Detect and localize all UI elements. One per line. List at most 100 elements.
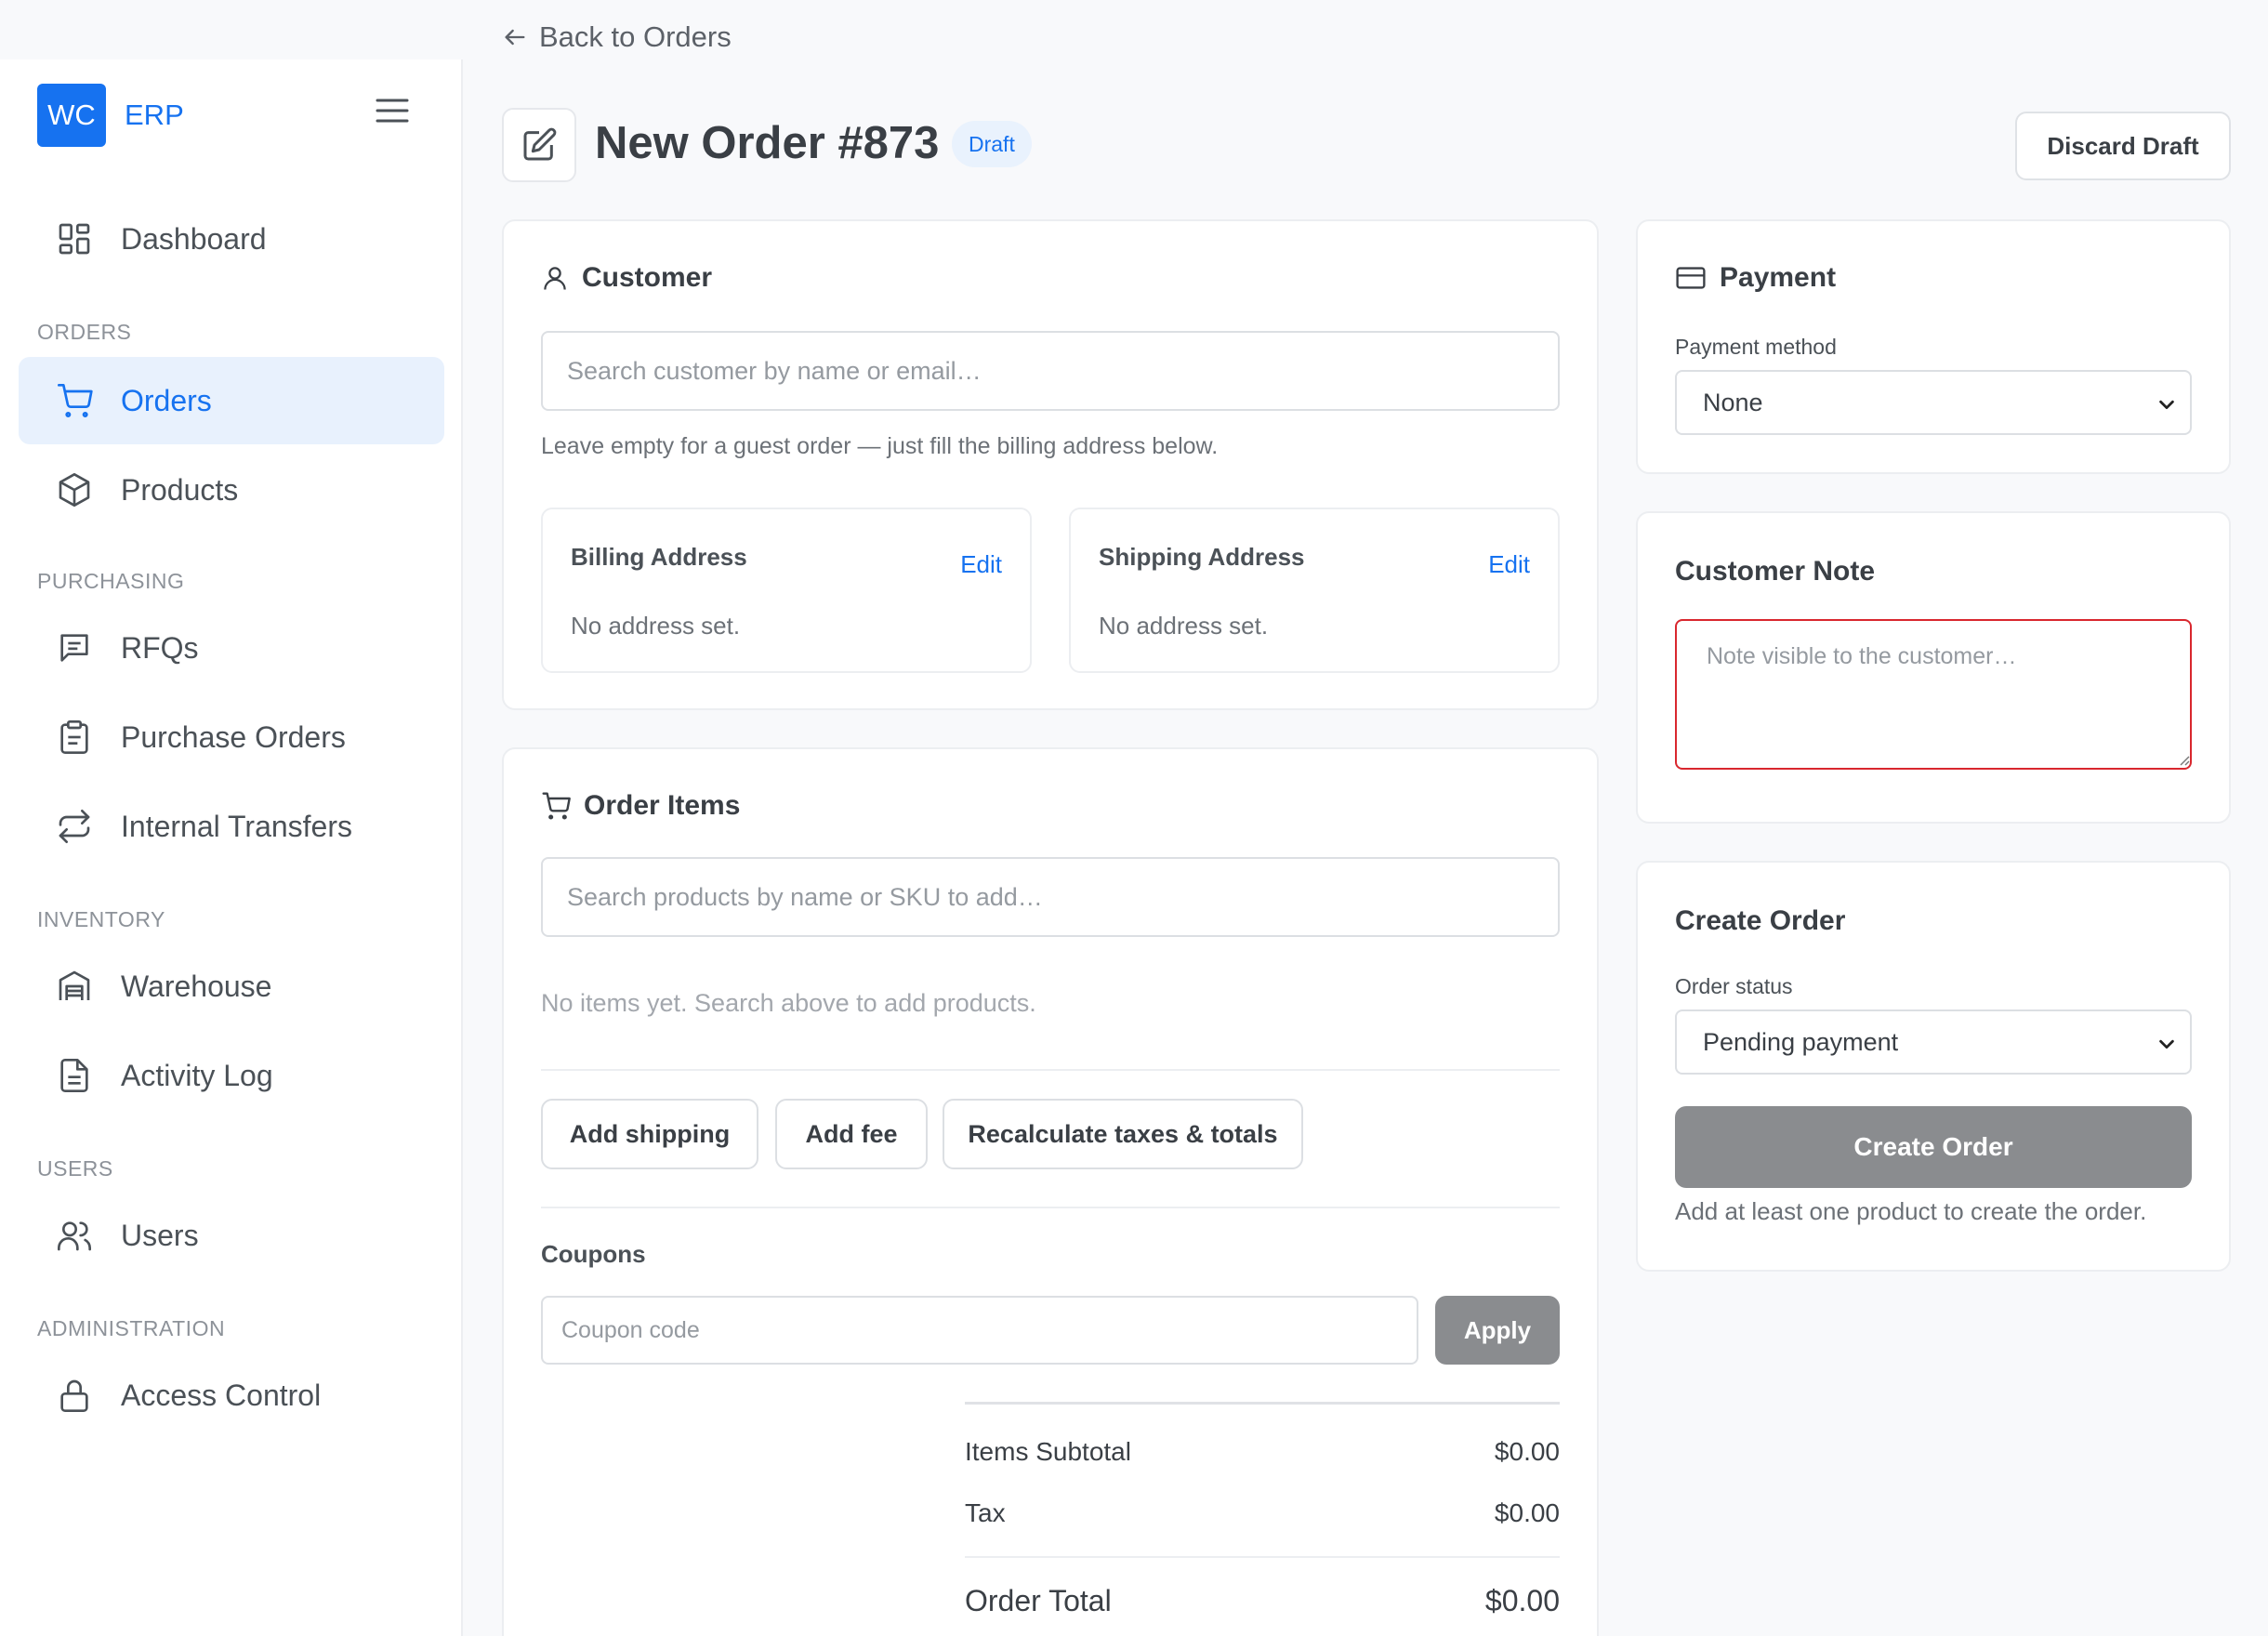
- users-icon: [56, 1217, 93, 1254]
- divider: [965, 1402, 1560, 1405]
- back-to-orders-link[interactable]: Back to Orders: [502, 20, 732, 54]
- shipping-address-empty: No address set.: [1099, 612, 1269, 640]
- create-order-title: Create Order: [1675, 905, 1846, 936]
- sidebar-item-access-control[interactable]: Access Control: [19, 1352, 444, 1439]
- brand[interactable]: WC ERP: [37, 84, 184, 147]
- nav-section-purchasing: PURCHASING: [37, 569, 185, 593]
- user-icon: [544, 267, 566, 290]
- shipping-edit-link[interactable]: Edit: [1488, 550, 1530, 579]
- clipboard-icon: [56, 719, 93, 756]
- chevron-down-icon: [2159, 1039, 2174, 1049]
- credit-card-icon: [1676, 267, 1706, 289]
- cart-icon: [56, 382, 93, 419]
- order-status-value: Pending payment: [1703, 1027, 1899, 1056]
- page-title: New Order #873: [595, 118, 940, 168]
- divider: [965, 1556, 1560, 1558]
- payment-method-label: Payment method: [1675, 335, 1837, 359]
- brand-logo: WC: [37, 84, 106, 147]
- guest-order-hint: Leave empty for a guest order — just fil…: [541, 433, 1219, 459]
- customer-card-title: Customer: [541, 262, 712, 294]
- tax-value: $0.00: [1494, 1498, 1560, 1527]
- items-subtotal-label: Items Subtotal: [965, 1437, 1131, 1466]
- payment-method-value: None: [1703, 388, 1763, 416]
- add-fee-button[interactable]: Add fee: [775, 1099, 928, 1169]
- order-total-label: Order Total: [965, 1584, 1112, 1617]
- billing-address-empty: No address set.: [571, 612, 741, 640]
- sidebar-item-orders[interactable]: Orders: [19, 357, 444, 444]
- cart-icon: [542, 792, 571, 820]
- divider: [541, 1069, 1560, 1071]
- message-icon: [56, 629, 93, 666]
- edit-icon: [502, 108, 576, 182]
- sidebar-item-products[interactable]: Products: [19, 446, 444, 534]
- product-search-input[interactable]: [541, 857, 1560, 937]
- sidebar-item-label: Activity Log: [121, 1058, 273, 1092]
- brand-name: ERP: [125, 99, 184, 131]
- document-icon: [56, 1057, 93, 1094]
- billing-address-title: Billing Address: [571, 543, 747, 571]
- divider: [541, 1207, 1560, 1208]
- apply-coupon-button[interactable]: Apply: [1435, 1296, 1560, 1365]
- nav-section-administration: ADMINISTRATION: [37, 1316, 226, 1340]
- transfer-icon: [56, 808, 93, 845]
- resize-handle-icon[interactable]: [2179, 755, 2190, 766]
- sidebar-item-label: Access Control: [121, 1378, 322, 1412]
- lock-icon: [56, 1377, 93, 1414]
- order-items-card: Order Items No items yet. Search above t…: [502, 747, 1599, 1636]
- order-items-title-label: Order Items: [584, 790, 741, 821]
- order-status-select[interactable]: Pending payment: [1675, 1009, 2192, 1075]
- sidebar-item-label: Warehouse: [121, 969, 272, 1003]
- shipping-address-box: Shipping Address Edit No address set.: [1069, 508, 1560, 673]
- payment-method-select[interactable]: None: [1675, 370, 2192, 435]
- discard-draft-button[interactable]: Discard Draft: [2015, 112, 2231, 180]
- items-subtotal-value: $0.00: [1494, 1437, 1560, 1466]
- sidebar-item-label: Dashboard: [121, 221, 267, 256]
- sidebar-item-label: Users: [121, 1218, 199, 1252]
- sidebar-item-warehouse[interactable]: Warehouse: [19, 943, 444, 1030]
- sidebar-item-users[interactable]: Users: [19, 1192, 444, 1279]
- back-link-label: Back to Orders: [539, 20, 732, 53]
- warehouse-icon: [56, 968, 93, 1005]
- sidebar-item-label: Internal Transfers: [121, 809, 352, 843]
- payment-title-label: Payment: [1720, 262, 1837, 293]
- coupons-label: Coupons: [541, 1240, 646, 1268]
- dashboard-icon: [56, 220, 93, 257]
- box-icon: [56, 471, 93, 508]
- coupon-code-input[interactable]: [541, 1296, 1418, 1365]
- sidebar-item-label: Orders: [121, 383, 212, 417]
- sidebar-item-dashboard[interactable]: Dashboard: [19, 195, 444, 283]
- payment-card-title: Payment: [1675, 262, 1836, 294]
- sidebar-item-activity-log[interactable]: Activity Log: [19, 1032, 444, 1119]
- hamburger-menu-icon[interactable]: [376, 97, 418, 134]
- sidebar: WC ERP Dashboard ORDERS Orders Products …: [0, 59, 463, 1636]
- billing-edit-link[interactable]: Edit: [960, 550, 1002, 579]
- nav-section-orders: ORDERS: [37, 320, 132, 344]
- customer-search-input[interactable]: [541, 331, 1560, 411]
- nav-section-users: USERS: [37, 1156, 113, 1181]
- sidebar-item-internal-transfers[interactable]: Internal Transfers: [19, 783, 444, 870]
- no-items-message: No items yet. Search above to add produc…: [541, 989, 1036, 1017]
- nav-section-inventory: INVENTORY: [37, 907, 165, 931]
- billing-address-box: Billing Address Edit No address set.: [541, 508, 1032, 673]
- tax-label: Tax: [965, 1498, 1006, 1527]
- create-order-hint: Add at least one product to create the o…: [1675, 1197, 2147, 1225]
- chevron-down-icon: [2159, 400, 2174, 410]
- sidebar-item-label: RFQs: [121, 630, 199, 665]
- sidebar-item-rfqs[interactable]: RFQs: [19, 604, 444, 692]
- status-badge: Draft: [952, 121, 1032, 167]
- order-items-card-title: Order Items: [541, 790, 740, 822]
- arrow-left-icon: [505, 29, 525, 46]
- create-order-button[interactable]: Create Order: [1675, 1106, 2192, 1188]
- customer-title-label: Customer: [582, 262, 713, 293]
- shipping-address-title: Shipping Address: [1099, 543, 1305, 571]
- customer-note-title: Customer Note: [1675, 556, 1876, 587]
- recalculate-button[interactable]: Recalculate taxes & totals: [943, 1099, 1303, 1169]
- sidebar-item-label: Purchase Orders: [121, 719, 346, 754]
- customer-note-textarea[interactable]: [1675, 619, 2192, 770]
- add-shipping-button[interactable]: Add shipping: [541, 1099, 758, 1169]
- sidebar-item-label: Products: [121, 472, 239, 507]
- order-total-value: $0.00: [1484, 1584, 1560, 1617]
- order-status-label: Order status: [1675, 974, 1793, 998]
- sidebar-item-purchase-orders[interactable]: Purchase Orders: [19, 693, 444, 781]
- customer-card: Customer Leave empty for a guest order —…: [502, 219, 1599, 710]
